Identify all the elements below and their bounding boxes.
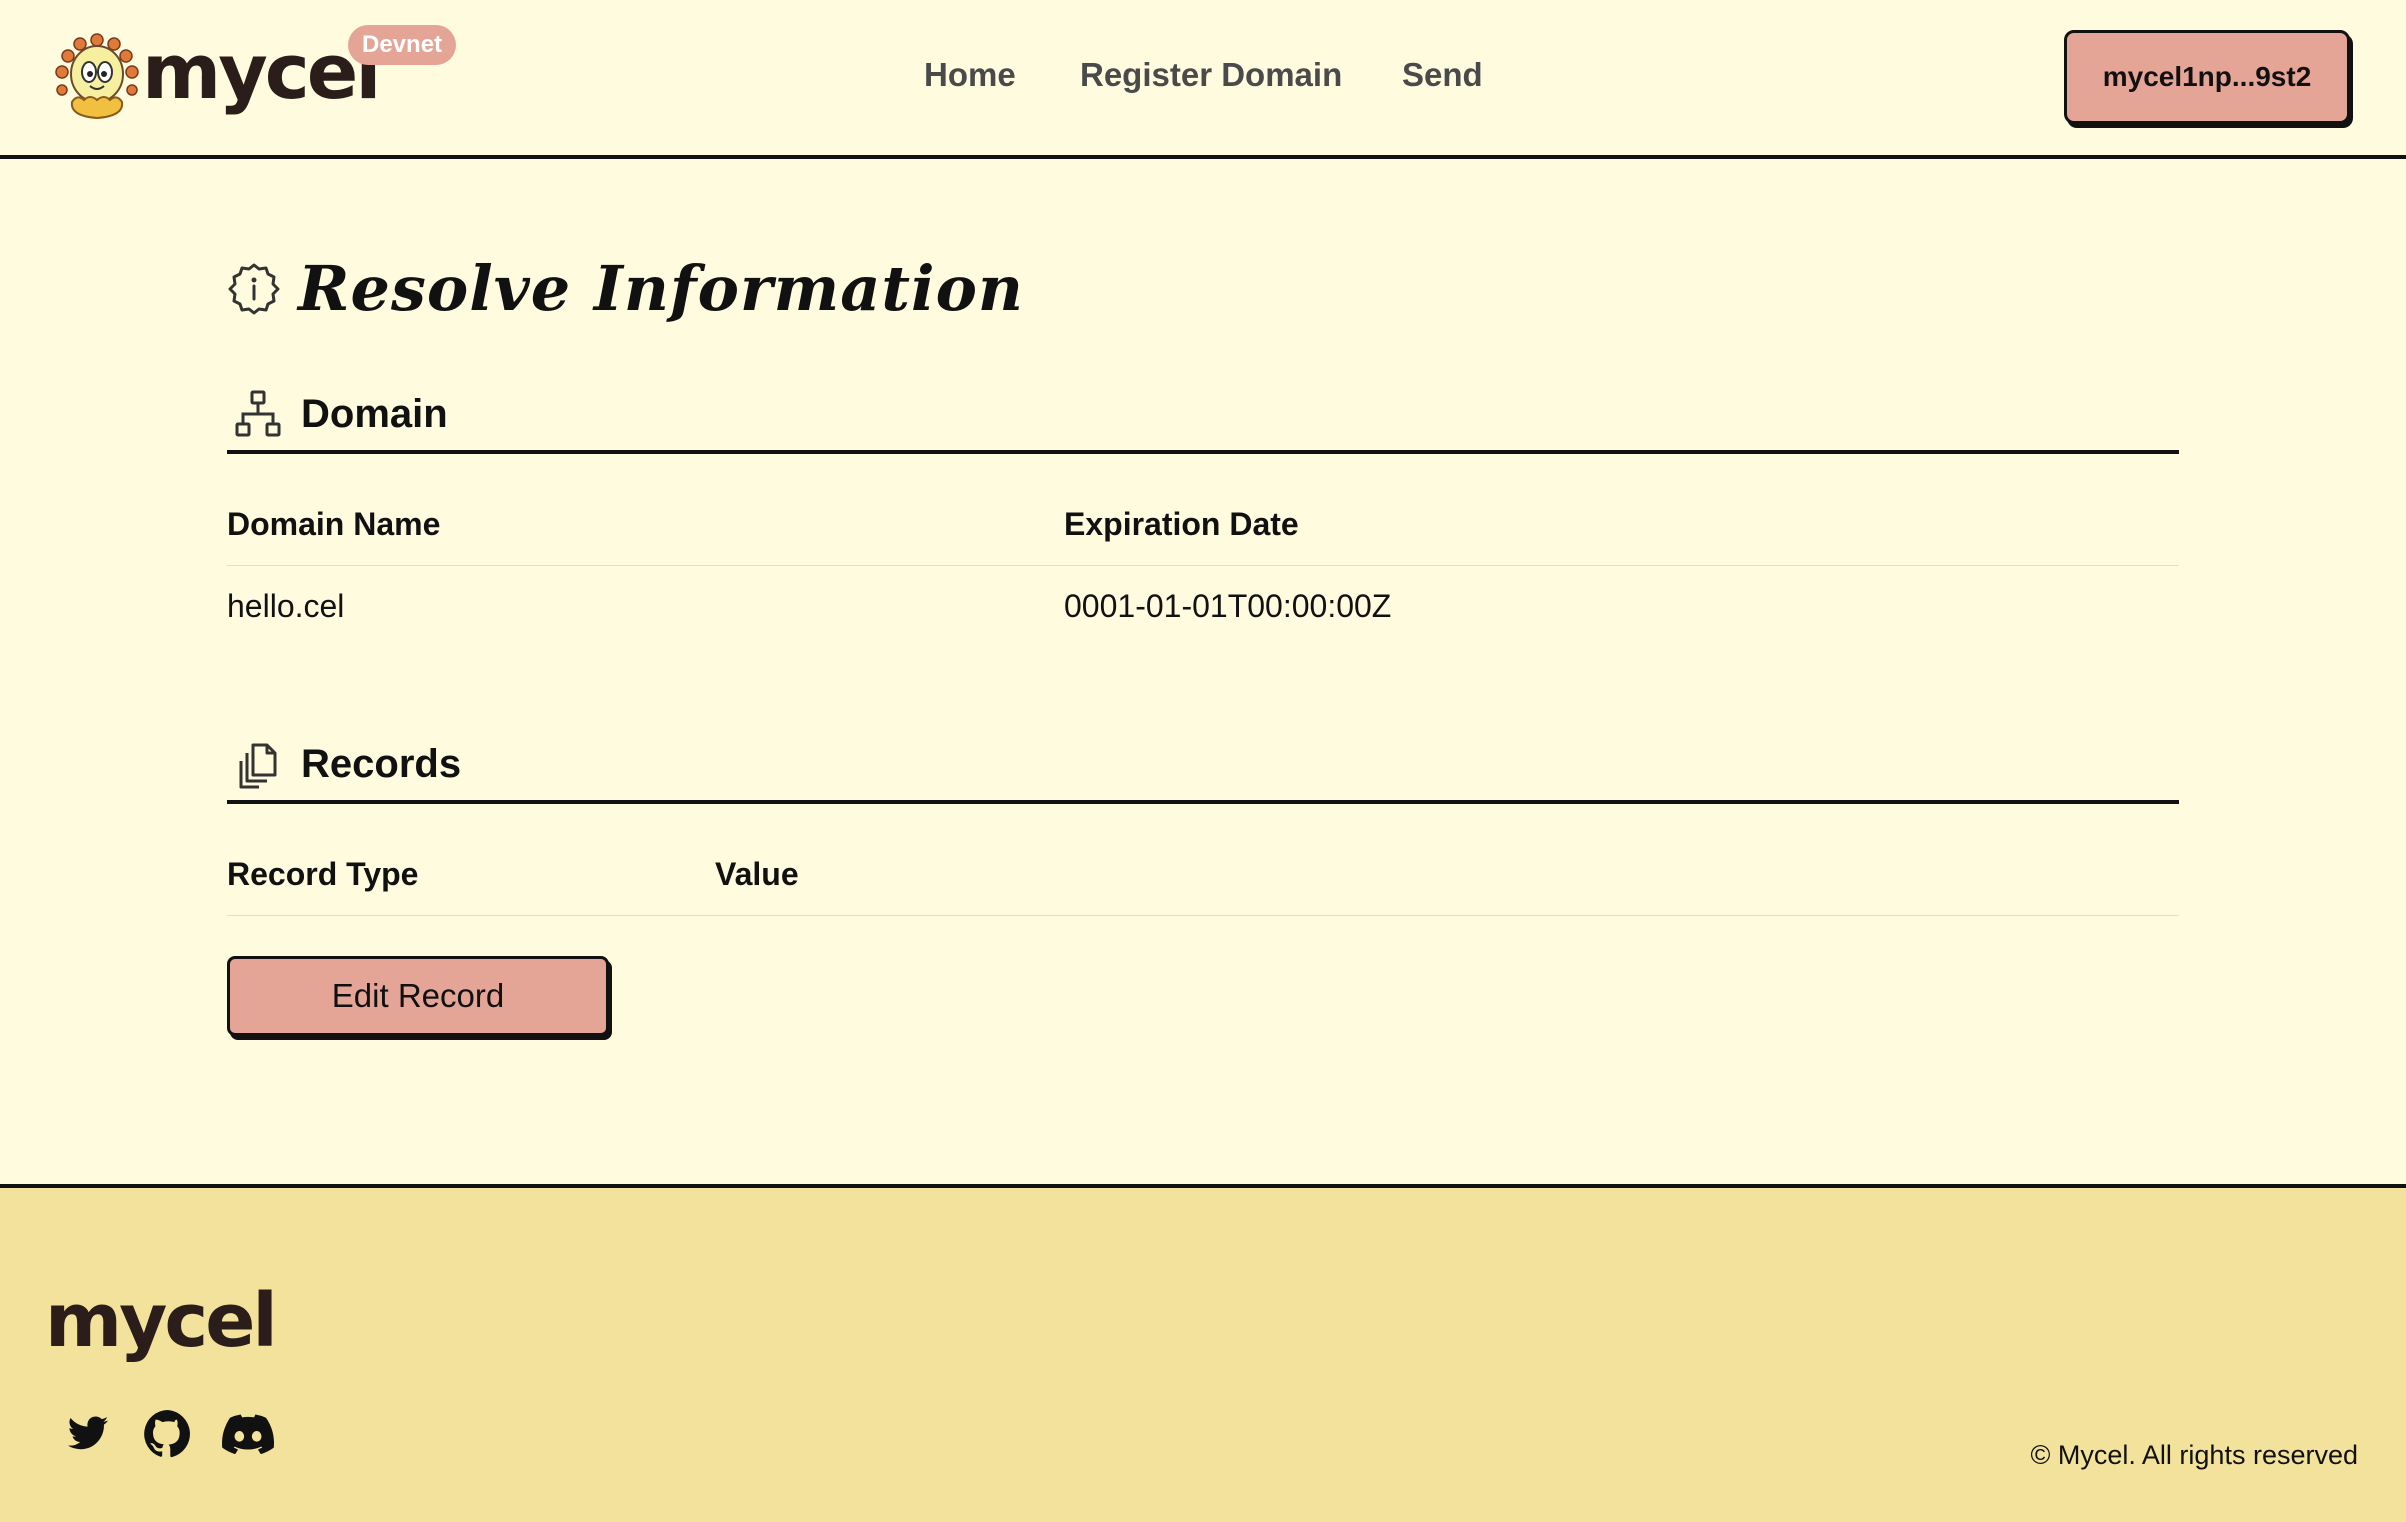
home-logo-link[interactable]: mycel bbox=[52, 27, 381, 124]
expiration-date-column-header: Expiration Date bbox=[1064, 506, 1299, 542]
domain-section-header: Domain bbox=[227, 378, 2179, 454]
info-icon bbox=[228, 263, 280, 314]
domain-name-value: hello.cel bbox=[227, 588, 345, 624]
edit-record-button[interactable]: Edit Record bbox=[227, 956, 609, 1036]
wallet-address-button[interactable]: mycel1np...9st2 bbox=[2064, 30, 2350, 124]
logo-wordmark: mycel bbox=[142, 27, 381, 116]
discord-icon[interactable] bbox=[222, 1408, 274, 1460]
page-footer: mycel © Mycel. All rights reserved bbox=[0, 1184, 2406, 1522]
documents-icon bbox=[239, 743, 277, 789]
copyright-text: © Mycel. All rights reserved bbox=[2030, 1440, 2359, 1470]
page-title-row: Resolve Information bbox=[226, 252, 1024, 325]
hierarchy-icon bbox=[235, 390, 281, 437]
record-type-column-header: Record Type bbox=[227, 856, 419, 892]
expiration-date-value: 0001-01-01T00:00:00Z bbox=[1064, 588, 1392, 624]
github-icon[interactable] bbox=[142, 1408, 194, 1460]
nav-register-domain-link[interactable]: Register Domain bbox=[1080, 56, 1342, 94]
domain-section-title: Domain bbox=[301, 391, 448, 436]
twitter-icon[interactable] bbox=[62, 1408, 114, 1460]
top-header: mycel Devnet Home Register Domain Send m… bbox=[0, 0, 2406, 159]
mycel-mascot-icon bbox=[55, 33, 139, 120]
nav-home-link[interactable]: Home bbox=[924, 56, 1016, 94]
value-column-header: Value bbox=[715, 856, 799, 892]
table-divider bbox=[227, 565, 2179, 566]
table-divider bbox=[227, 915, 2179, 916]
page-title: Resolve Information bbox=[298, 252, 1025, 325]
network-badge: Devnet bbox=[348, 25, 457, 65]
records-section-header: Records bbox=[227, 728, 2179, 804]
nav-send-link[interactable]: Send bbox=[1402, 56, 1483, 94]
footer-logo-wordmark: mycel bbox=[45, 1278, 278, 1364]
domain-name-column-header: Domain Name bbox=[227, 506, 441, 542]
records-section-title: Records bbox=[301, 741, 462, 786]
